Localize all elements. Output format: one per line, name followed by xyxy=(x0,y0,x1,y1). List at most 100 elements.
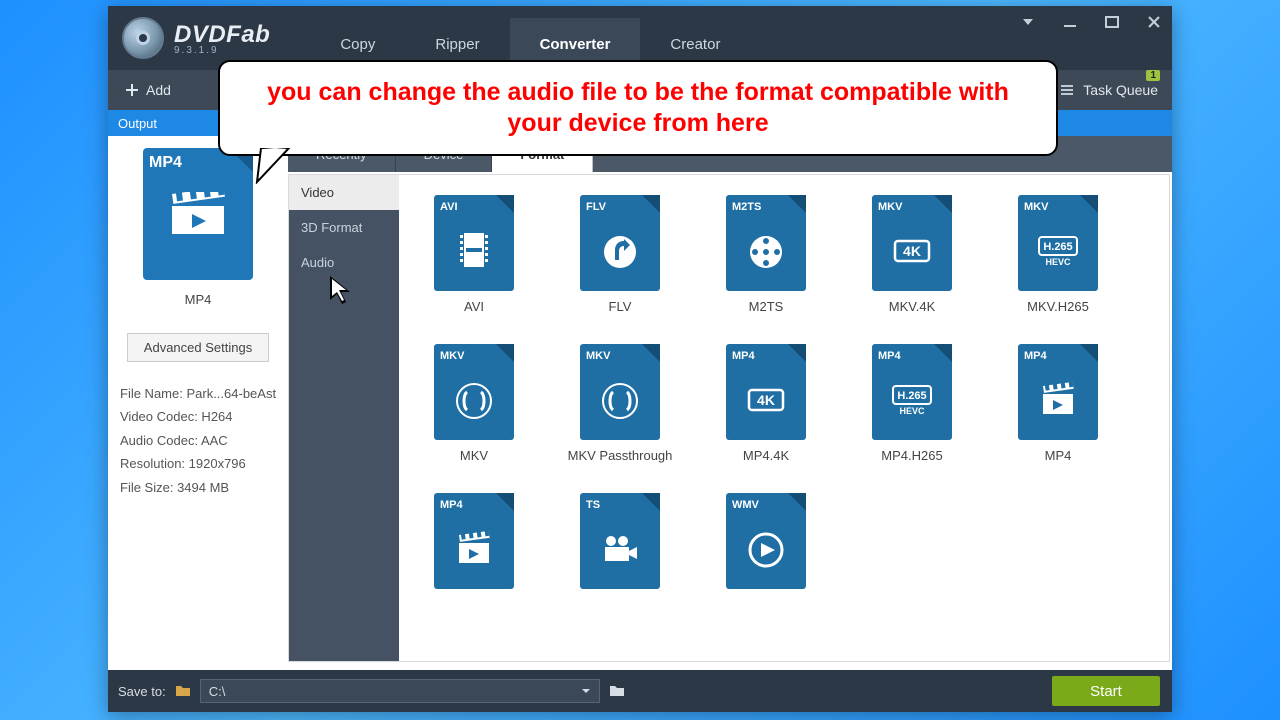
clapperboard-icon xyxy=(1035,376,1081,422)
format-file-icon: AVI xyxy=(434,195,514,291)
format-item[interactable]: MP4 4K MP4.4K xyxy=(721,344,811,463)
format-label: MP4.4K xyxy=(743,448,789,463)
format-tag: M2TS xyxy=(732,201,761,213)
save-to-label: Save to: xyxy=(118,684,166,699)
format-label: MKV xyxy=(460,448,488,463)
format-item[interactable]: FLVFLV xyxy=(575,195,665,314)
maximize-icon[interactable] xyxy=(1100,12,1124,35)
close-icon[interactable] xyxy=(1142,12,1166,35)
format-tag: MP4 xyxy=(1024,350,1047,362)
format-tag: TS xyxy=(586,499,600,511)
add-button[interactable]: Add xyxy=(108,70,187,110)
disc-icon xyxy=(122,17,164,59)
format-item[interactable]: MP4 MP4 xyxy=(1013,344,1103,463)
format-label: MP4 xyxy=(1045,448,1072,463)
current-profile-tile[interactable]: MP4 xyxy=(143,148,253,280)
format-area: Video 3D Format Audio AVIAVIFLVFLVM2TSM2… xyxy=(288,174,1170,662)
format-label: MP4.H265 xyxy=(881,448,942,463)
play-circle-icon xyxy=(743,525,789,571)
start-button[interactable]: Start xyxy=(1052,676,1160,706)
svg-text:HEVC: HEVC xyxy=(1045,257,1071,267)
h265-icon: H.265 HEVC xyxy=(889,376,935,422)
tile-label: MP4 xyxy=(185,292,212,307)
app-logo: DVDFab 9.3.1.9 xyxy=(122,17,270,59)
meta-videocodec: Video Codec: H264 xyxy=(120,405,276,428)
format-item[interactable]: MP4 xyxy=(429,493,519,597)
annotation-text: you can change the audio file to be the … xyxy=(238,77,1038,140)
svg-text:HEVC: HEVC xyxy=(899,406,925,416)
4k-icon: 4K xyxy=(889,227,935,273)
cat-video[interactable]: Video xyxy=(289,175,399,210)
meta-audiocodec: Audio Codec: AAC xyxy=(120,429,276,452)
format-label: MKV Passthrough xyxy=(568,448,673,463)
reel-icon xyxy=(743,227,789,273)
save-path-select[interactable]: C:\ xyxy=(200,679,600,703)
format-item[interactable]: M2TS M2TS xyxy=(721,195,811,314)
format-label: MKV.4K xyxy=(889,299,936,314)
cat-3d[interactable]: 3D Format xyxy=(289,210,399,245)
task-count-badge: 1 xyxy=(1146,70,1160,81)
folder-icon xyxy=(174,682,192,700)
format-tag: MKV xyxy=(1024,201,1048,213)
svg-text:H.265: H.265 xyxy=(897,390,926,402)
format-file-icon: FLV xyxy=(580,195,660,291)
svg-text:4K: 4K xyxy=(903,243,921,259)
format-label: M2TS xyxy=(749,299,784,314)
format-tag: FLV xyxy=(586,201,606,213)
main-area: MP4 MP4 Advanced Settings File Name: Par… xyxy=(108,136,1172,670)
minimize-icon[interactable] xyxy=(1058,12,1082,35)
format-file-icon: M2TS xyxy=(726,195,806,291)
format-file-icon: MP4 xyxy=(1018,344,1098,440)
format-file-icon: MKV 4K xyxy=(872,195,952,291)
h265-icon: H.265HEVC xyxy=(1035,227,1081,273)
format-file-icon: MP4 xyxy=(434,493,514,589)
camera-icon xyxy=(597,525,643,571)
format-file-icon: TS xyxy=(580,493,660,589)
content-panel: Recently Device Format Video 3D Format A… xyxy=(288,136,1172,670)
format-item[interactable]: TS xyxy=(575,493,665,597)
format-grid[interactable]: AVIAVIFLVFLVM2TSM2TSMKV4KMKV.4KMKVH.265H… xyxy=(399,175,1169,661)
clapperboard-icon xyxy=(170,192,226,236)
format-item[interactable]: MKVMKV Passthrough xyxy=(575,344,665,463)
meta-filename: File Name: Park...64-beAst xyxy=(120,382,276,405)
format-tag: MKV xyxy=(586,350,610,362)
format-tag: MP4 xyxy=(732,350,755,362)
task-queue-label: Task Queue xyxy=(1083,82,1158,98)
format-item[interactable]: WMV xyxy=(721,493,811,597)
format-file-icon: MKV H.265HEVC xyxy=(1018,195,1098,291)
dropdown-icon[interactable] xyxy=(1016,12,1040,35)
advanced-settings-button[interactable]: Advanced Settings xyxy=(127,333,269,362)
4k-icon: 4K xyxy=(743,376,789,422)
format-item[interactable]: MKV MKV xyxy=(429,344,519,463)
output-label: Output xyxy=(118,116,157,131)
format-item[interactable]: MKV 4K MKV.4K xyxy=(867,195,957,314)
format-label: MKV.H265 xyxy=(1027,299,1089,314)
format-file-icon: MKV xyxy=(434,344,514,440)
list-icon xyxy=(1059,82,1075,98)
format-tag: MKV xyxy=(440,350,464,362)
format-row: MKVMKVMKVMKV PassthroughMP44KMP4.4KMP4H.… xyxy=(429,344,1149,463)
svg-text:4K: 4K xyxy=(757,392,775,408)
format-item[interactable]: MP4H.265HEVCMP4.H265 xyxy=(867,344,957,463)
open-folder-icon[interactable] xyxy=(608,682,626,700)
format-file-icon: MKV xyxy=(580,344,660,440)
format-tag: MP4 xyxy=(440,499,463,511)
category-column: Video 3D Format Audio xyxy=(289,175,399,661)
save-section: Save to: C:\ xyxy=(118,679,626,703)
format-item[interactable]: MKV H.265HEVC MKV.H265 xyxy=(1013,195,1103,314)
save-path-value: C:\ xyxy=(209,684,226,699)
plus-icon xyxy=(124,82,140,98)
bottom-bar: Save to: C:\ Start xyxy=(108,670,1172,712)
format-item[interactable]: AVI AVI xyxy=(429,195,519,314)
add-label: Add xyxy=(146,82,171,98)
chevron-down-icon xyxy=(581,686,591,696)
meta-resolution: Resolution: 1920x796 xyxy=(120,452,276,475)
annotation-bubble: you can change the audio file to be the … xyxy=(218,60,1058,156)
task-queue-button[interactable]: 1 Task Queue xyxy=(1059,82,1158,98)
format-label: AVI xyxy=(464,299,484,314)
bubble-tail-icon xyxy=(255,148,295,184)
film-icon xyxy=(451,227,497,273)
format-tag: MKV xyxy=(878,201,902,213)
brackets-icon xyxy=(451,376,497,422)
format-tag: WMV xyxy=(732,499,759,511)
